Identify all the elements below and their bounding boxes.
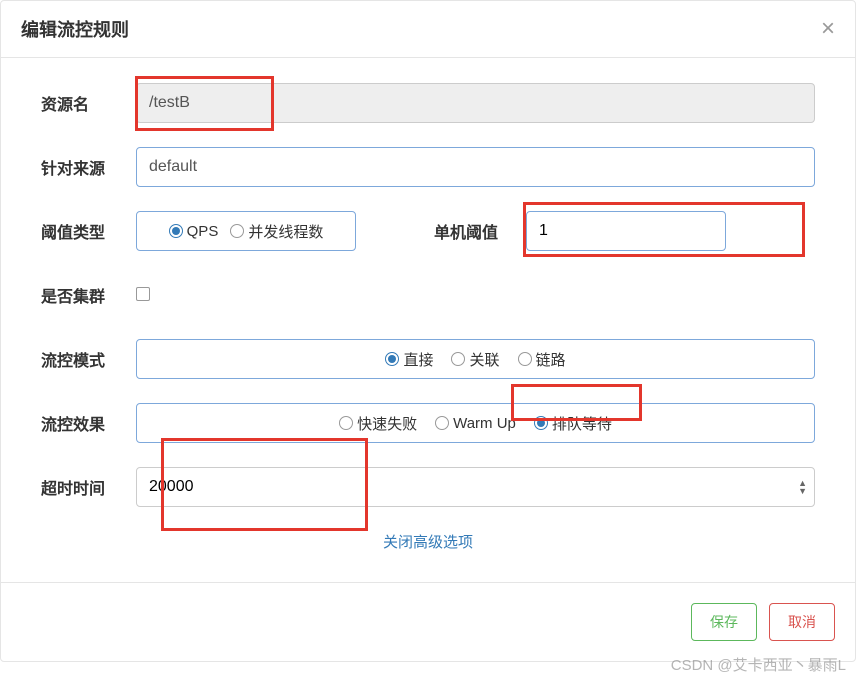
cancel-button[interactable]: 取消 [769,603,835,641]
radio-thread[interactable]: 并发线程数 [230,221,323,242]
radio-dot-icon [169,224,183,238]
cluster-checkbox[interactable] [136,287,150,301]
modal-header: 编辑流控规则 × [1,1,855,58]
timeout-row: 超时时间 ▲ ▼ [41,467,815,507]
watermark: CSDN @艾卡西亚丶暴雨L [671,654,846,675]
chevron-down-icon[interactable]: ▼ [798,487,807,495]
cluster-label: 是否集群 [41,283,136,307]
origin-input[interactable] [136,147,815,187]
mode-row: 流控模式 直接 关联 链路 [41,339,815,379]
radio-warmup-label: Warm Up [453,415,516,432]
radio-dot-icon [451,352,465,366]
timeout-input[interactable] [136,467,815,507]
radio-qps[interactable]: QPS [169,223,219,240]
resource-input [136,83,815,123]
resource-label: 资源名 [41,91,136,115]
threshold-value-input[interactable] [526,211,726,251]
radio-chain-label: 链路 [536,349,566,370]
threshold-value-label: 单机阈值 [434,219,498,243]
effect-label: 流控效果 [41,411,136,435]
radio-dot-icon [534,416,548,430]
radio-thread-label: 并发线程数 [248,221,323,242]
edit-flow-rule-modal: 编辑流控规则 × 资源名 针对来源 阈值类型 QPS [0,0,856,662]
radio-dot-icon [339,416,353,430]
timeout-label: 超时时间 [41,475,136,499]
threshold-row: 阈值类型 QPS 并发线程数 单机阈值 [41,211,815,251]
radio-mode-chain[interactable]: 链路 [518,349,566,370]
resource-row: 资源名 [41,83,815,123]
modal-body: 资源名 针对来源 阈值类型 QPS 并发线 [1,58,855,582]
close-icon[interactable]: × [821,17,835,41]
effect-row: 流控效果 快速失败 Warm Up 排队等待 [41,403,815,443]
cluster-row: 是否集群 [41,275,815,315]
radio-dot-icon [435,416,449,430]
radio-effect-queue[interactable]: 排队等待 [534,413,612,434]
radio-fail-label: 快速失败 [357,413,417,434]
save-button[interactable]: 保存 [691,603,757,641]
modal-title: 编辑流控规则 [21,16,129,42]
origin-label: 针对来源 [41,155,136,179]
radio-mode-direct[interactable]: 直接 [385,349,433,370]
effect-group: 快速失败 Warm Up 排队等待 [136,403,815,443]
radio-relate-label: 关联 [469,349,499,370]
mode-group: 直接 关联 链路 [136,339,815,379]
radio-mode-relate[interactable]: 关联 [451,349,499,370]
radio-dot-icon [230,224,244,238]
threshold-type-label: 阈值类型 [41,219,136,243]
mode-label: 流控模式 [41,347,136,371]
radio-dot-icon [518,352,532,366]
origin-row: 针对来源 [41,147,815,187]
modal-footer: 保存 取消 [1,582,855,661]
number-spinner[interactable]: ▲ ▼ [798,479,807,495]
radio-effect-fail[interactable]: 快速失败 [339,413,417,434]
radio-effect-warmup[interactable]: Warm Up [435,415,516,432]
radio-dot-icon [385,352,399,366]
radio-queue-label: 排队等待 [552,413,612,434]
threshold-type-group: QPS 并发线程数 [136,211,356,251]
close-advanced-link[interactable]: 关闭高级选项 [41,531,815,552]
radio-qps-label: QPS [187,223,219,240]
radio-direct-label: 直接 [403,349,433,370]
